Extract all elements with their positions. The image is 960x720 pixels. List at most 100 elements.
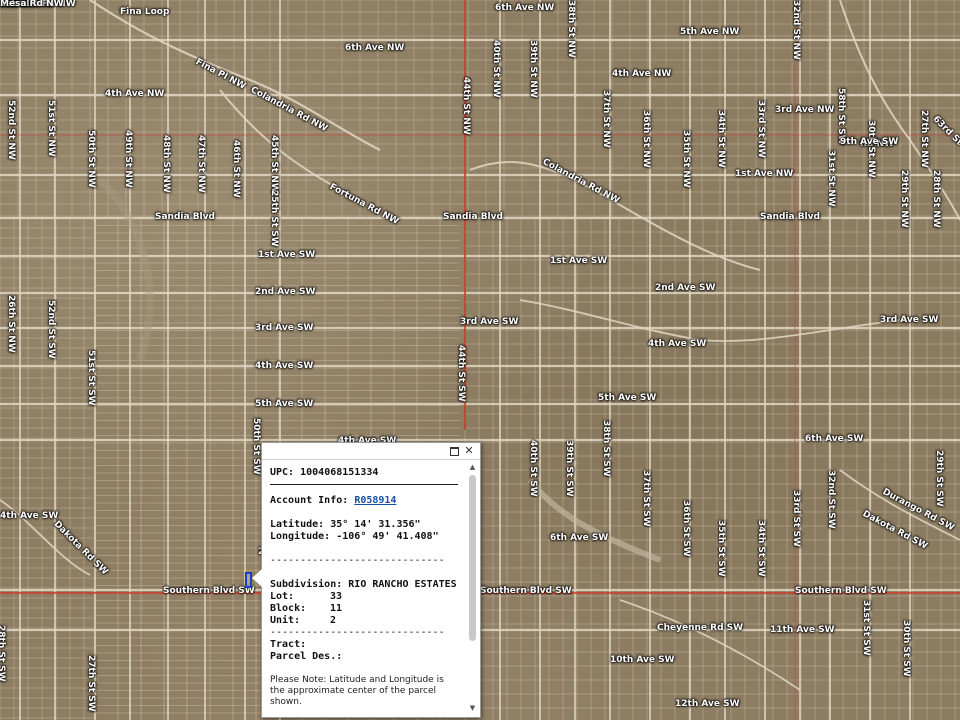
street-label: 6th Ave NW (495, 3, 555, 13)
popup-divider (270, 484, 458, 485)
latitude-value: 35° 14' 31.356" (330, 519, 421, 530)
street-label: 2nd Ave SW (655, 283, 716, 293)
street-label: 11th Ave SW (770, 625, 835, 635)
upc-value: 1004068151334 (300, 467, 379, 478)
longitude-label: Longitude: (270, 531, 331, 542)
street-label: 1st Ave NW (735, 169, 794, 179)
street-label: 39th St SW (564, 440, 574, 497)
street-label: 1st Ave SW (258, 250, 316, 260)
street-label: 27th St SW (86, 655, 96, 712)
street-label: 4th Ave NW (105, 89, 165, 99)
coordinates-note: Please Note: Latitude and Longitude is t… (270, 675, 444, 707)
dash-divider-2: ----------------------------- (270, 627, 445, 638)
street-label: 3rd Ave NW (775, 105, 835, 115)
street-label: 51st St NW (46, 100, 56, 157)
street-label: 3rd Ave SW (460, 317, 519, 327)
street-label: 45th St NW (269, 135, 279, 193)
street-label: 32nd St NW (791, 0, 801, 60)
street-label: 6th Ave SW (550, 533, 609, 543)
upc-label: UPC: (270, 467, 295, 478)
street-label: 5th Ave SW (255, 399, 314, 409)
street-label: 52nd St NW (6, 100, 16, 160)
street-label: 6th Ave NW (345, 43, 405, 53)
street-label: 38th St NW (566, 0, 576, 58)
street-label: 38th St SW (601, 420, 611, 477)
street-label: 4th Ave SW (0, 511, 59, 521)
street-label: 33rd St NW (756, 100, 766, 158)
street-label: 26th St NW (6, 295, 16, 353)
street-label: 46th St NW (231, 140, 241, 198)
street-label: Fina Loop (120, 7, 170, 17)
street-label: 12th Ave SW (675, 699, 740, 709)
street-label: 32nd St SW (826, 470, 836, 529)
block-value: 11 (330, 603, 343, 614)
street-label: Sandia Blvd (760, 212, 820, 222)
street-label: 29th St SW (934, 450, 944, 507)
street-label: 44th St NW (461, 77, 471, 135)
account-link[interactable]: R058914 (354, 495, 396, 506)
street-label: 3rd Ave SW (880, 315, 939, 325)
popup-titlebar[interactable]: ✕ (262, 443, 480, 460)
parcel-info-popup: ✕ UPC: 1004068151334 Account Info: R0589… (252, 442, 481, 718)
popup-scrollbar[interactable]: ▲ ▼ (468, 463, 477, 713)
tract-label: Tract: (270, 639, 307, 650)
street-label: 27th St NW (919, 110, 929, 168)
street-label: 29th St NW (899, 170, 909, 228)
close-icon[interactable]: ✕ (463, 445, 475, 457)
street-label: 30th St NW (866, 120, 876, 178)
street-label: Sandia Blvd (443, 212, 503, 222)
longitude-value: -106° 49' 41.408" (336, 531, 439, 542)
street-label: 4th Ave SW (648, 339, 707, 349)
dash-divider: ----------------------------- (270, 555, 445, 566)
popup-pointer (252, 569, 262, 587)
street-label: 50th St NW (86, 130, 96, 188)
street-label: Southern Blvd SW (795, 586, 887, 596)
street-label: 31st St NW (826, 150, 836, 207)
scroll-down-icon[interactable]: ▼ (468, 704, 477, 713)
street-label: Southern Blvd SW (480, 586, 572, 596)
street-label: Southern Blvd SW (163, 586, 255, 596)
street-label: 33rd St SW (791, 490, 801, 547)
street-label: 5th Ave NW (680, 27, 740, 37)
street-label: 34th St NW (716, 110, 726, 168)
selected-parcel-marker[interactable] (245, 572, 252, 588)
street-label: 36th St SW (681, 500, 691, 557)
latitude-label: Latitude: (270, 519, 325, 530)
street-label: 30th St SW (901, 620, 911, 677)
street-label: 49th St NW (123, 130, 133, 188)
street-label: 2nd Ave SW (255, 287, 316, 297)
popup-content[interactable]: UPC: 1004068151334 Account Info: R058914… (270, 467, 460, 711)
street-label: 1st Ave SW (550, 256, 608, 266)
street-label: 36th St NW (641, 110, 651, 168)
lot-value: 33 (330, 591, 343, 602)
street-label: 3rd Ave SW (255, 323, 314, 333)
curved-road (89, 0, 381, 151)
street-label: 52nd St SW (46, 300, 56, 359)
street-label: 4th Ave SW (255, 361, 314, 371)
unit-value: 2 (330, 615, 337, 626)
maximize-icon[interactable] (448, 445, 460, 457)
arroyo (97, 177, 154, 362)
street-label: Cheyenne Rd SW (657, 623, 744, 633)
street-label: 48th St NW (161, 135, 171, 193)
street-label: 37th St NW (601, 90, 611, 148)
street-label: 4th Ave NW (612, 69, 672, 79)
street-label: 44th St SW (456, 345, 466, 402)
street-label: 9th Ave SW (840, 137, 899, 147)
street-label: 10th Ave SW (610, 655, 675, 665)
parcel-des-label: Parcel Des.: (270, 651, 343, 662)
lot-label: Lot: (270, 591, 295, 602)
street-label: 37th St SW (641, 470, 651, 527)
scroll-up-icon[interactable]: ▲ (468, 463, 477, 472)
unit-label: Unit: (270, 615, 301, 626)
street-label: 51st St SW (86, 350, 96, 406)
scroll-thumb[interactable] (469, 475, 476, 641)
street-label: 34th St SW (756, 520, 766, 577)
street-label: 28th St SW (0, 625, 6, 682)
subdivision-value: RIO RANCHO ESTATES (348, 579, 457, 590)
street-label: 5th Ave SW (598, 393, 657, 403)
street-label: 35th St SW (716, 520, 726, 577)
street-label: 50th St SW (251, 418, 261, 475)
street-label: Sandia Blvd (155, 212, 215, 222)
street-label: 6th Ave SW (805, 434, 864, 444)
